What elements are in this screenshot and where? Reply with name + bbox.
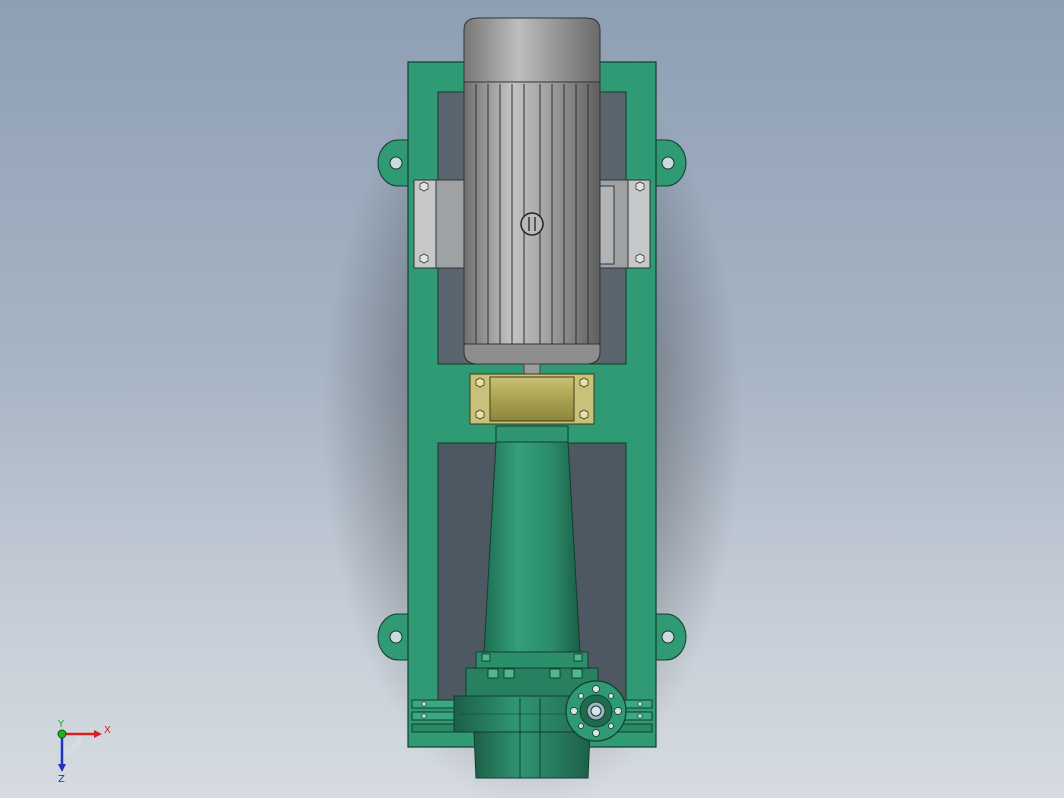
z-axis-arrow [58,764,66,772]
z-axis-label: Z [58,774,65,785]
3d-viewport[interactable]: X Y Z [0,0,1064,798]
x-axis-label: X [104,725,111,736]
discharge-flange[interactable] [565,680,627,742]
pump-column[interactable] [483,425,581,653]
y-axis-label: Y [57,719,65,730]
motor-front-flange [463,343,601,365]
motor-end-cap [463,17,601,85]
motor-bracket-left[interactable] [413,179,467,269]
axis-triad[interactable]: X Y Z [40,712,130,792]
electric-motor[interactable] [463,17,601,377]
shaft-coupling[interactable] [469,373,595,425]
pump-assembly-model[interactable] [0,0,1064,798]
x-axis-arrow [94,730,102,738]
y-axis-dot [57,729,67,739]
motor-terminal-box[interactable] [520,212,544,236]
